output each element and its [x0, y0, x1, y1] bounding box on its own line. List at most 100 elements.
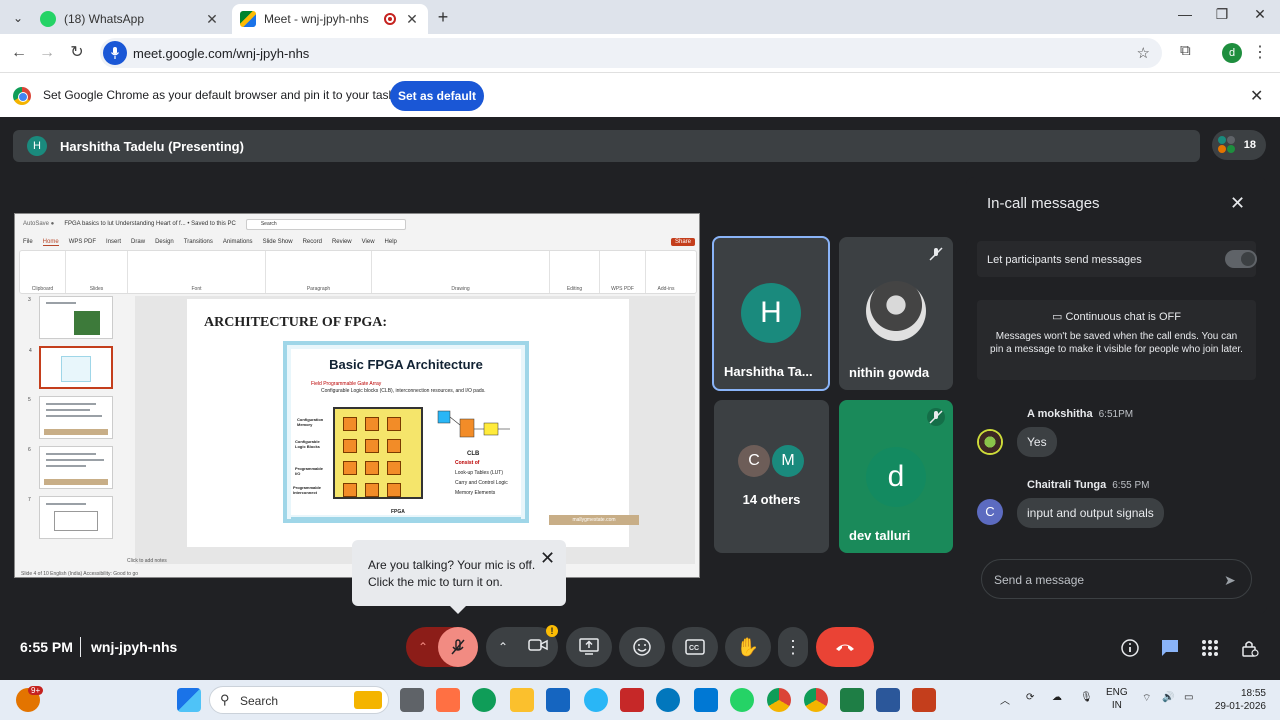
mic-off-icon[interactable]: [438, 627, 478, 667]
captions-button[interactable]: CC: [672, 627, 718, 667]
raise-hand-button[interactable]: ✋: [725, 627, 771, 667]
send-icon[interactable]: ➤: [1224, 572, 1236, 589]
ppt-menu-item: Slide Show: [262, 239, 293, 245]
send-messages-toggle[interactable]: [1225, 250, 1257, 268]
minimize-icon[interactable]: —: [1165, 6, 1205, 22]
chat-icon[interactable]: [1159, 637, 1181, 659]
address-bar[interactable]: meet.google.com/wnj-jpyh-nhs ☆: [100, 38, 1162, 68]
message-input[interactable]: [994, 570, 1214, 590]
meeting-info-icon[interactable]: [1119, 637, 1141, 659]
activities-icon[interactable]: [1199, 637, 1221, 659]
task-view-icon[interactable]: [400, 688, 424, 712]
shared-screen: AutoSave ● FPGA basics to lut Understand…: [14, 213, 700, 578]
participant-tile-harshitha[interactable]: H Harshitha Ta...: [712, 236, 830, 391]
close-tab-icon[interactable]: ✕: [204, 11, 220, 28]
captions-icon: CC: [685, 639, 705, 655]
reload-icon[interactable]: ↻: [66, 42, 88, 64]
profile-avatar[interactable]: d: [1222, 43, 1242, 63]
camera-button[interactable]: ⌃ !: [486, 625, 558, 667]
fpga-figure-title: Basic FPGA Architecture: [329, 357, 483, 372]
participants-button[interactable]: 18: [1212, 130, 1266, 160]
tab-search-chevron-icon[interactable]: ⌄: [8, 8, 28, 28]
close-tab-icon[interactable]: ✕: [404, 11, 420, 28]
mcafee-icon[interactable]: [620, 688, 644, 712]
copilot-icon[interactable]: [436, 688, 460, 712]
onedrive-icon[interactable]: ☁: [1052, 692, 1062, 703]
slide-thumbnail-selected: 4: [29, 346, 113, 389]
volume-icon[interactable]: 🔊: [1162, 692, 1174, 703]
camera-icon: [528, 637, 548, 658]
mic-options-chevron-icon[interactable]: ⌃: [406, 627, 440, 667]
set-as-default-button[interactable]: Set as default: [390, 81, 484, 111]
continuous-chat-title: Continuous chat is OFF: [1065, 311, 1181, 323]
permission-label: Let participants send messages: [987, 254, 1142, 266]
continuous-chat-body: Messages won't be saved when the call en…: [990, 331, 1243, 355]
warning-icon: !: [546, 625, 558, 637]
ppt-menu-item: Design: [155, 239, 174, 245]
bookmark-star-icon[interactable]: ☆: [1137, 44, 1150, 62]
ppt-search-box: Search: [245, 218, 406, 230]
forward-icon[interactable]: →: [36, 42, 58, 64]
tray-chevron-icon[interactable]: ︿: [1000, 692, 1010, 707]
taskbar-search[interactable]: ⚲ Search: [209, 686, 389, 714]
word-icon[interactable]: [876, 688, 900, 712]
ppt-menu-item: Help: [384, 239, 397, 245]
edge-icon[interactable]: [472, 688, 496, 712]
battery-icon[interactable]: ▭: [1184, 692, 1193, 703]
thumb-number: 5: [28, 397, 31, 403]
mic-in-use-icon[interactable]: [103, 41, 127, 65]
reactions-button[interactable]: [619, 627, 665, 667]
powerpoint-icon[interactable]: [912, 688, 936, 712]
store-icon[interactable]: [546, 688, 570, 712]
extensions-icon[interactable]: ⧉: [1180, 42, 1191, 59]
fpga-figure-footer: [291, 517, 521, 523]
start-windows-icon[interactable]: [177, 688, 201, 712]
outlook-icon[interactable]: [694, 688, 718, 712]
author-name: Chaitrali Tunga: [1027, 479, 1107, 491]
tab-meet[interactable]: Meet - wnj-jpyh-nhs ✕: [232, 4, 428, 34]
language-indicator[interactable]: ENG IN: [1106, 686, 1128, 712]
chrome-icon[interactable]: [767, 688, 791, 712]
taskbar-clock[interactable]: 18:55 29-01-2026: [1210, 687, 1266, 713]
whatsapp-icon[interactable]: [730, 688, 754, 712]
ppt-menu-item: Review: [331, 239, 352, 245]
more-options-button[interactable]: ⋮: [778, 627, 808, 667]
restore-icon[interactable]: ❐: [1202, 6, 1242, 23]
camera-options-chevron-icon[interactable]: ⌃: [498, 640, 508, 654]
participant-tile-others[interactable]: C M 14 others: [714, 400, 829, 553]
permission-row: Let participants send messages: [977, 241, 1257, 277]
new-tab-icon[interactable]: +: [432, 6, 454, 28]
ppt-menu-bar: File Home WPS PDF Insert Draw Design Tra…: [15, 236, 699, 248]
side-label: Configuration Memory: [297, 417, 324, 427]
close-icon[interactable]: ✕: [540, 548, 555, 569]
chrome-profile-icon[interactable]: [804, 688, 828, 712]
mic-off-icon: [927, 245, 945, 263]
browser-app-icon[interactable]: [584, 688, 608, 712]
tab-title: (18) WhatsApp: [64, 12, 145, 26]
participant-count: 18: [1243, 139, 1256, 151]
excel-icon[interactable]: [840, 688, 864, 712]
wifi-icon[interactable]: ⌔: [1142, 692, 1151, 705]
leave-call-button[interactable]: [816, 627, 874, 667]
participant-tile-nithin[interactable]: nithin gowda: [839, 237, 953, 390]
mic-button[interactable]: ⌃: [406, 627, 478, 667]
chrome-menu-icon[interactable]: ⋮: [1252, 42, 1268, 62]
author-name: A mokshitha: [1027, 408, 1093, 420]
back-icon[interactable]: ←: [8, 42, 30, 64]
close-window-icon[interactable]: ✕: [1240, 6, 1280, 23]
file-explorer-icon[interactable]: [510, 688, 534, 712]
participant-tile-dev[interactable]: d dev talluri: [839, 400, 953, 553]
message-input-box[interactable]: ➤: [981, 559, 1252, 599]
host-controls-icon[interactable]: [1239, 637, 1261, 659]
thumb-number: 4: [29, 348, 32, 354]
present-button[interactable]: [566, 627, 612, 667]
sync-icon[interactable]: ⟳: [1026, 692, 1034, 703]
chrome-logo-icon: [13, 87, 31, 105]
close-icon[interactable]: ✕: [1230, 193, 1245, 214]
mic-tray-icon[interactable]: 🎙: [1080, 692, 1093, 703]
language-code: ENG: [1106, 687, 1128, 698]
clb-diagram: [437, 410, 510, 438]
hp-icon[interactable]: [656, 688, 680, 712]
tab-whatsapp[interactable]: (18) WhatsApp ✕: [32, 4, 228, 34]
close-infobar-icon[interactable]: ✕: [1250, 86, 1263, 106]
